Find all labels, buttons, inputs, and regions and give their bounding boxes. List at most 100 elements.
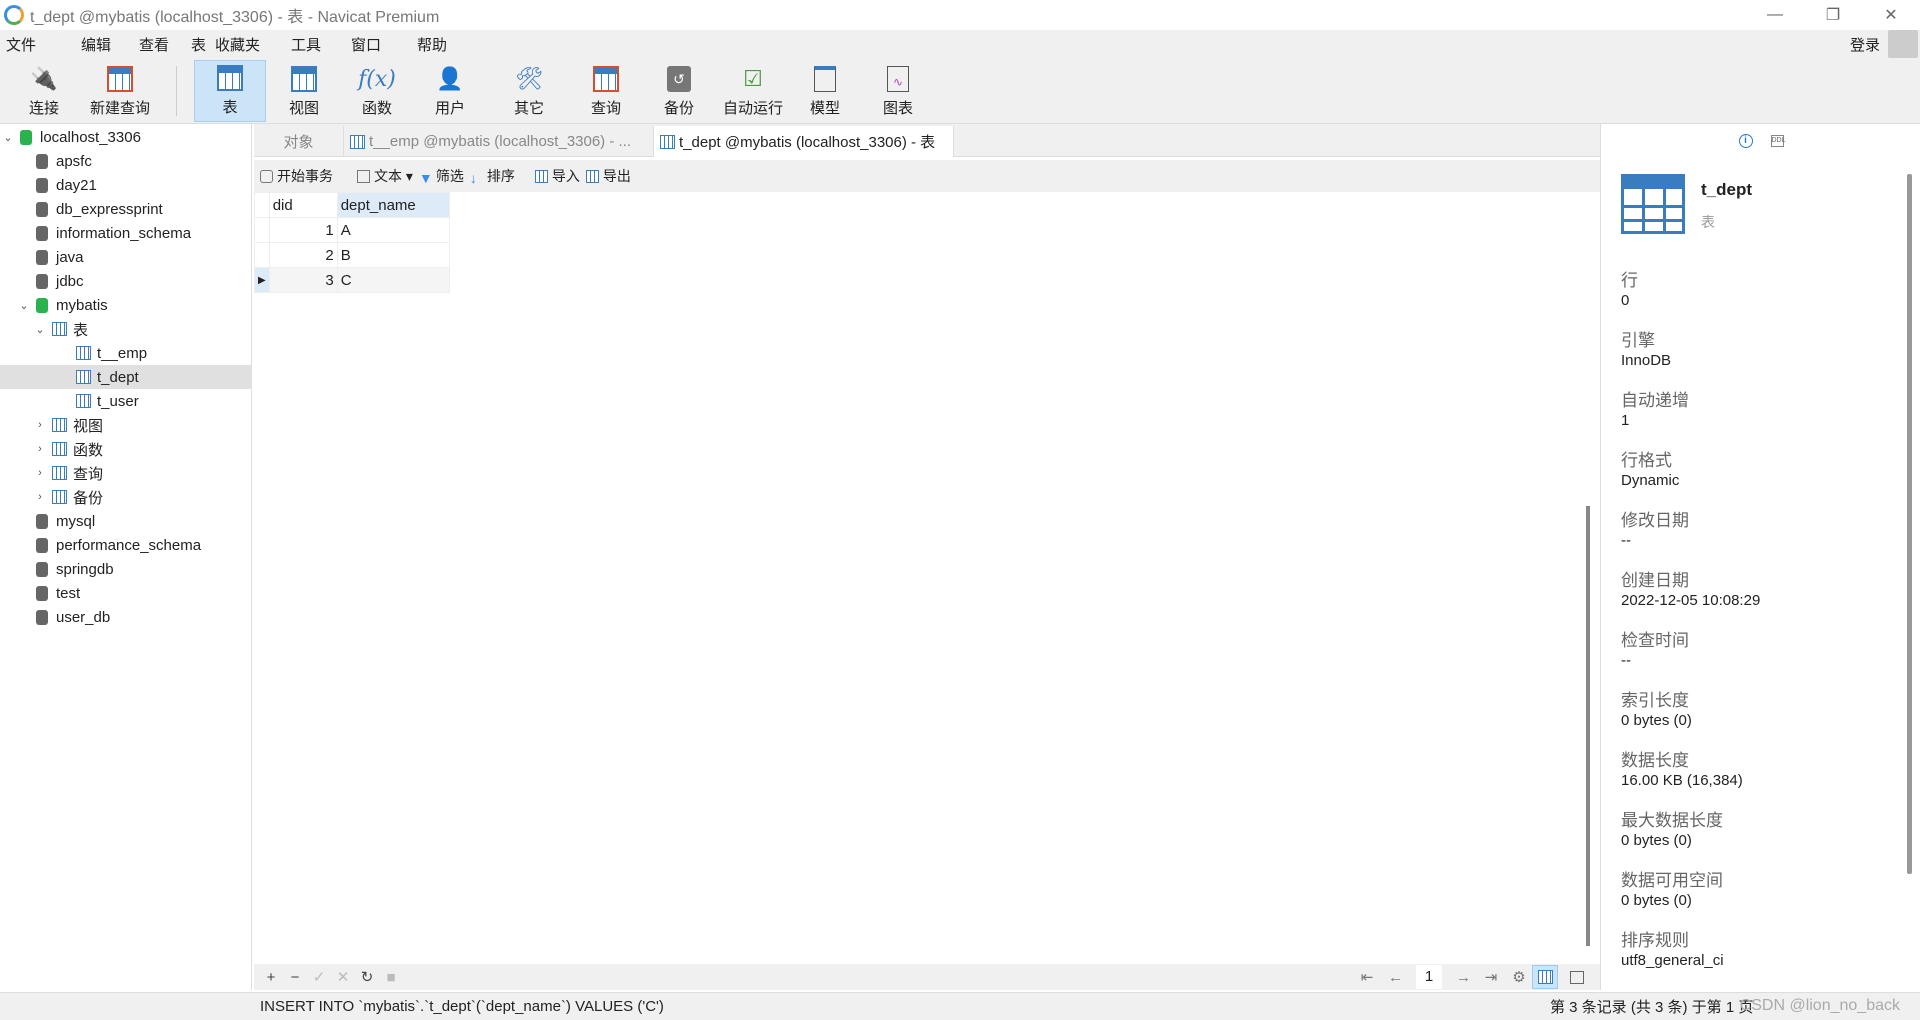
- restore-button[interactable]: ❐: [1804, 0, 1862, 30]
- toolbar-model-button[interactable]: 模型: [789, 60, 861, 122]
- tree-item[interactable]: performance_schema: [0, 533, 252, 557]
- tree-item-label: t_dept: [97, 368, 139, 386]
- column-header-dept-name[interactable]: dept_name: [336, 192, 450, 218]
- login-link[interactable]: 登录: [1844, 34, 1880, 55]
- menu-favorites[interactable]: 收藏夹: [209, 34, 285, 55]
- table-row[interactable]: ▶ 3 C: [254, 267, 450, 293]
- toolbar-function-button[interactable]: f(x) 函数: [341, 60, 413, 122]
- tab-t-dept[interactable]: t_dept @mybatis (localhost_3306) - 表: [654, 126, 954, 157]
- import-button[interactable]: 导入: [534, 166, 580, 186]
- info-icon[interactable]: i: [1738, 134, 1753, 148]
- prev-page-button[interactable]: ←: [1388, 969, 1403, 986]
- tree-item-label: java: [56, 248, 84, 266]
- add-record-button[interactable]: +: [264, 969, 278, 986]
- form-view-button[interactable]: [1564, 965, 1590, 989]
- toolbar-backup-button[interactable]: ↺ 备份: [643, 60, 715, 122]
- page-number-input[interactable]: 1: [1416, 965, 1442, 989]
- property-label: 引擎: [1621, 331, 1655, 350]
- tree-item[interactable]: t__emp: [0, 341, 252, 365]
- menu-edit[interactable]: 编辑: [75, 34, 133, 55]
- last-page-button[interactable]: ⇥: [1484, 968, 1498, 986]
- tree-item[interactable]: ⌄ mybatis: [0, 293, 252, 317]
- menu-file[interactable]: 文件: [0, 34, 75, 55]
- toolbar-table-button[interactable]: 表: [194, 60, 266, 122]
- tree-item[interactable]: ⌄ 表: [0, 317, 252, 341]
- tree-item-label: t__emp: [97, 344, 148, 362]
- last-sql-statement: INSERT INTO `mybatis`.`t_dept`(`dept_nam…: [260, 998, 664, 1015]
- chevron-right-icon[interactable]: ›: [34, 467, 46, 479]
- menu-table[interactable]: 表: [185, 34, 209, 55]
- tree-item[interactable]: › 函数: [0, 437, 252, 461]
- tree-item-label: performance_schema: [56, 536, 202, 554]
- tree-item[interactable]: information_schema: [0, 221, 252, 245]
- chevron-right-icon[interactable]: ›: [34, 491, 46, 503]
- tree-item[interactable]: apsfc: [0, 149, 252, 173]
- avatar[interactable]: [1888, 30, 1918, 58]
- refresh-button[interactable]: ↻: [360, 968, 374, 986]
- tab-objects[interactable]: 对象: [254, 126, 344, 157]
- toolbar-automation-button[interactable]: ☑ 自动运行: [716, 60, 790, 122]
- apply-changes-button[interactable]: ✓: [312, 968, 326, 986]
- tree-item[interactable]: › 查询: [0, 461, 252, 485]
- tree-item[interactable]: db_expressprint: [0, 197, 252, 221]
- chevron-right-icon[interactable]: ›: [34, 443, 46, 455]
- toolbar-chart-button[interactable]: ∿ 图表: [862, 60, 934, 122]
- menu-tools[interactable]: 工具: [285, 34, 345, 55]
- tree-item[interactable]: t_user: [0, 389, 252, 413]
- table-row[interactable]: 2B: [254, 242, 450, 268]
- delete-record-button[interactable]: −: [288, 969, 302, 986]
- column-header-did[interactable]: did: [268, 192, 338, 218]
- tree-item[interactable]: ⌄ localhost_3306: [0, 125, 252, 149]
- tree-item[interactable]: day21: [0, 173, 252, 197]
- tree-item[interactable]: springdb: [0, 557, 252, 581]
- tree-item[interactable]: › 备份: [0, 485, 252, 509]
- main-toolbar: 🔌 连接 新建查询 表 视图 f(x) 函数 👤 用户 🛠 其它 查询 ↺ 备份 ☑ 自动运…: [0, 58, 1920, 124]
- tree-item[interactable]: user_db: [0, 605, 252, 629]
- sort-button[interactable]: ↓ 排序: [470, 166, 515, 186]
- current-row-marker-icon[interactable]: ▶: [254, 267, 270, 293]
- chevron-right-icon[interactable]: ›: [34, 419, 46, 431]
- cell-dept-name[interactable]: A: [336, 217, 450, 243]
- property: 索引长度 0 bytes (0): [1621, 686, 1692, 729]
- tree-item[interactable]: java: [0, 245, 252, 269]
- minimize-button[interactable]: —: [1746, 0, 1804, 30]
- menu-help[interactable]: 帮助: [411, 34, 447, 55]
- menu-window[interactable]: 窗口: [345, 34, 411, 55]
- cell-did[interactable]: 3: [268, 267, 338, 293]
- toolbar-new-query-button[interactable]: 新建查询: [84, 60, 156, 122]
- next-page-button[interactable]: →: [1456, 969, 1471, 986]
- info-panel-scrollbar[interactable]: [1907, 174, 1912, 874]
- toolbar-others-button[interactable]: 🛠 其它: [493, 60, 565, 122]
- cell-did[interactable]: 2: [268, 242, 338, 268]
- chevron-down-icon[interactable]: ⌄: [18, 299, 30, 312]
- cell-dept-name[interactable]: C: [336, 267, 450, 293]
- grid-scrollbar[interactable]: [1584, 192, 1592, 964]
- cell-did[interactable]: 1: [268, 217, 338, 243]
- export-button[interactable]: 导出: [585, 166, 631, 186]
- close-button[interactable]: ✕: [1862, 0, 1920, 30]
- tree-item[interactable]: jdbc: [0, 269, 252, 293]
- tree-item[interactable]: test: [0, 581, 252, 605]
- page-settings-button[interactable]: ⚙: [1512, 968, 1526, 986]
- filter-button[interactable]: ▼ 筛选: [419, 166, 464, 186]
- text-button[interactable]: 文本 ▾: [357, 166, 413, 186]
- menu-view[interactable]: 查看: [133, 34, 185, 55]
- grid-view-button[interactable]: [1532, 965, 1558, 989]
- toolbar-view-button[interactable]: 视图: [268, 60, 340, 122]
- begin-transaction-button[interactable]: 开始事务: [260, 166, 333, 186]
- cell-dept-name[interactable]: B: [336, 242, 450, 268]
- tab-t-emp[interactable]: t__emp @mybatis (localhost_3306) - ...: [344, 126, 654, 157]
- tree-item[interactable]: mysql: [0, 509, 252, 533]
- first-page-button[interactable]: ⇤: [1360, 968, 1374, 986]
- tree-item[interactable]: t_dept: [0, 365, 252, 389]
- chevron-down-icon[interactable]: ⌄: [2, 131, 14, 144]
- ddl-icon[interactable]: DDL: [1770, 135, 1786, 147]
- chevron-down-icon[interactable]: ⌄: [34, 323, 46, 336]
- tree-item[interactable]: › 视图: [0, 413, 252, 437]
- discard-changes-button[interactable]: ✕: [336, 968, 350, 986]
- toolbar-user-button[interactable]: 👤 用户: [414, 60, 486, 122]
- toolbar-query-button[interactable]: 查询: [570, 60, 642, 122]
- table-row[interactable]: 1A: [254, 217, 450, 243]
- toolbar-connect-button[interactable]: 🔌 连接: [8, 60, 80, 122]
- stop-button[interactable]: ■: [384, 969, 398, 986]
